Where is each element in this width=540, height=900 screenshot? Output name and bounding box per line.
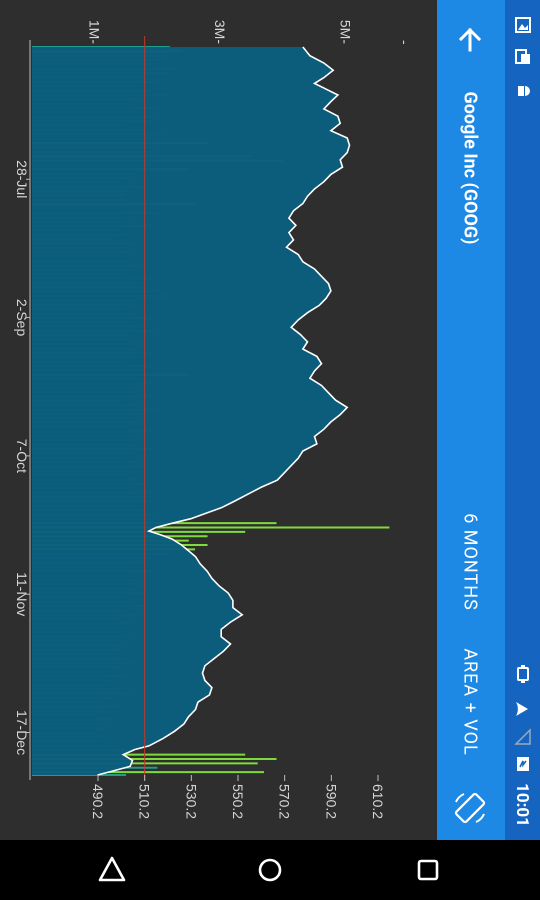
date-tick-label: 2-Sep [14,299,30,337]
signal-icon [514,728,531,745]
home-circle-icon[interactable] [252,852,288,888]
battery-icon [517,757,529,771]
price-axis: 490.2 510.2 530.2 550.2 570.2 590.2 610.2 [90,775,386,819]
volume-axis: 1M- 3M- 5M- - [87,20,413,45]
android-icon [518,86,530,96]
stock-title: Google Inc (GOOG) [459,91,481,245]
back-button[interactable] [452,22,488,58]
volume-tick-label: 3M- [212,20,228,44]
volume-tick-label: 5M- [338,20,354,44]
date-tick-label: 28-Jul [14,160,30,198]
price-tick-label: 550.2 [230,784,246,819]
price-area [32,47,350,775]
recents-square-icon[interactable] [410,852,446,888]
range-selector[interactable]: 6 MONTHS [460,513,481,611]
rotate-screen-button[interactable] [450,788,490,828]
arrow-back-icon [458,27,482,52]
navigation-bar [0,840,540,900]
status-bar [505,0,540,840]
date-tick-label: 7-Oct [14,439,30,473]
vibrate-icon [517,665,529,683]
price-tick-label: 510.2 [137,784,153,819]
back-triangle-icon[interactable] [94,852,130,888]
date-tick-label: 17-Dec [14,710,30,755]
screenshot-icon [515,49,530,64]
image-icon [515,17,531,33]
volume-tick-label: 1M- [87,20,103,44]
price-tick-label: 490.2 [90,784,106,819]
date-axis: 28-Jul 2-Sep 7-Oct 11-Nov 17-Dec [14,160,30,755]
price-tick-label: 590.2 [323,784,339,819]
price-tick-label: 570.2 [277,784,293,819]
price-tick-label: 530.2 [183,784,199,819]
app-screen: 28-Jul 2-Sep 7-Oct 11-Nov 17-Dec 490.2 510.2 5… [0,0,540,900]
status-clock: 10:01 [512,783,532,827]
volume-axis-end: - [397,40,413,45]
screen-rotation-icon [454,792,486,824]
price-chart[interactable]: 28-Jul 2-Sep 7-Oct 11-Nov 17-Dec 490.2 510.2 5… [0,0,437,840]
price-tick-label: 610.2 [370,784,386,819]
chart-type-selector[interactable]: AREA + VOL [460,648,481,755]
date-tick-label: 11-Nov [14,572,30,616]
wifi-icon [516,702,528,716]
